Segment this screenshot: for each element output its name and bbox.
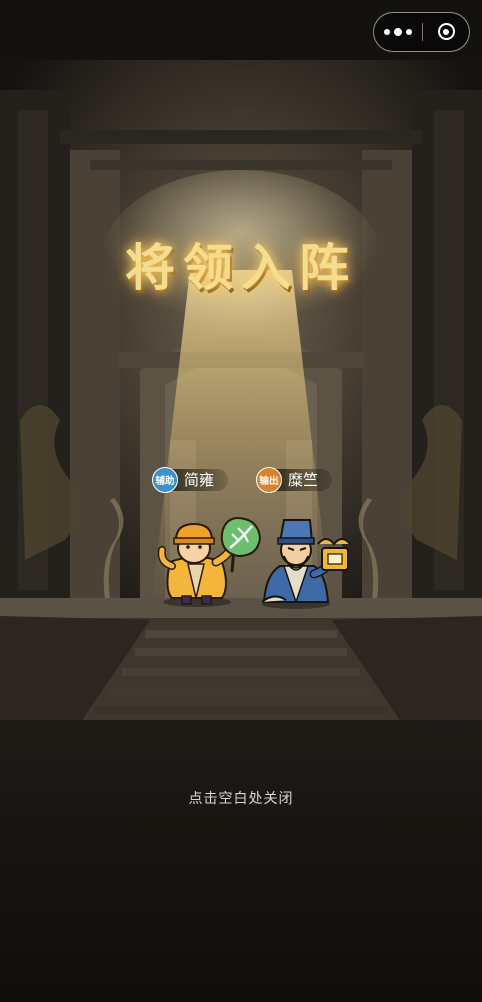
general-tag-mizhu: 输出 糜竺 xyxy=(256,467,333,493)
general-name: 简雍 xyxy=(170,469,229,491)
general-name: 糜竺 xyxy=(274,469,333,491)
role-badge-output: 输出 xyxy=(256,467,282,493)
general-jianyong-portrait[interactable] xyxy=(152,512,270,608)
page-title: 将领入阵 xyxy=(125,238,357,297)
palace-hall-background xyxy=(0,0,482,1002)
mini-program-capsule xyxy=(373,12,470,52)
general-mizhu-portrait[interactable] xyxy=(256,518,356,610)
more-dots-icon[interactable] xyxy=(374,13,422,50)
target-close-icon[interactable] xyxy=(423,13,469,50)
tap-blank-to-close-hint[interactable]: 点击空白处关闭 xyxy=(0,788,482,808)
role-badge-support: 辅助 xyxy=(152,467,178,493)
general-tag-jianyong: 辅助 简雍 xyxy=(152,467,229,493)
